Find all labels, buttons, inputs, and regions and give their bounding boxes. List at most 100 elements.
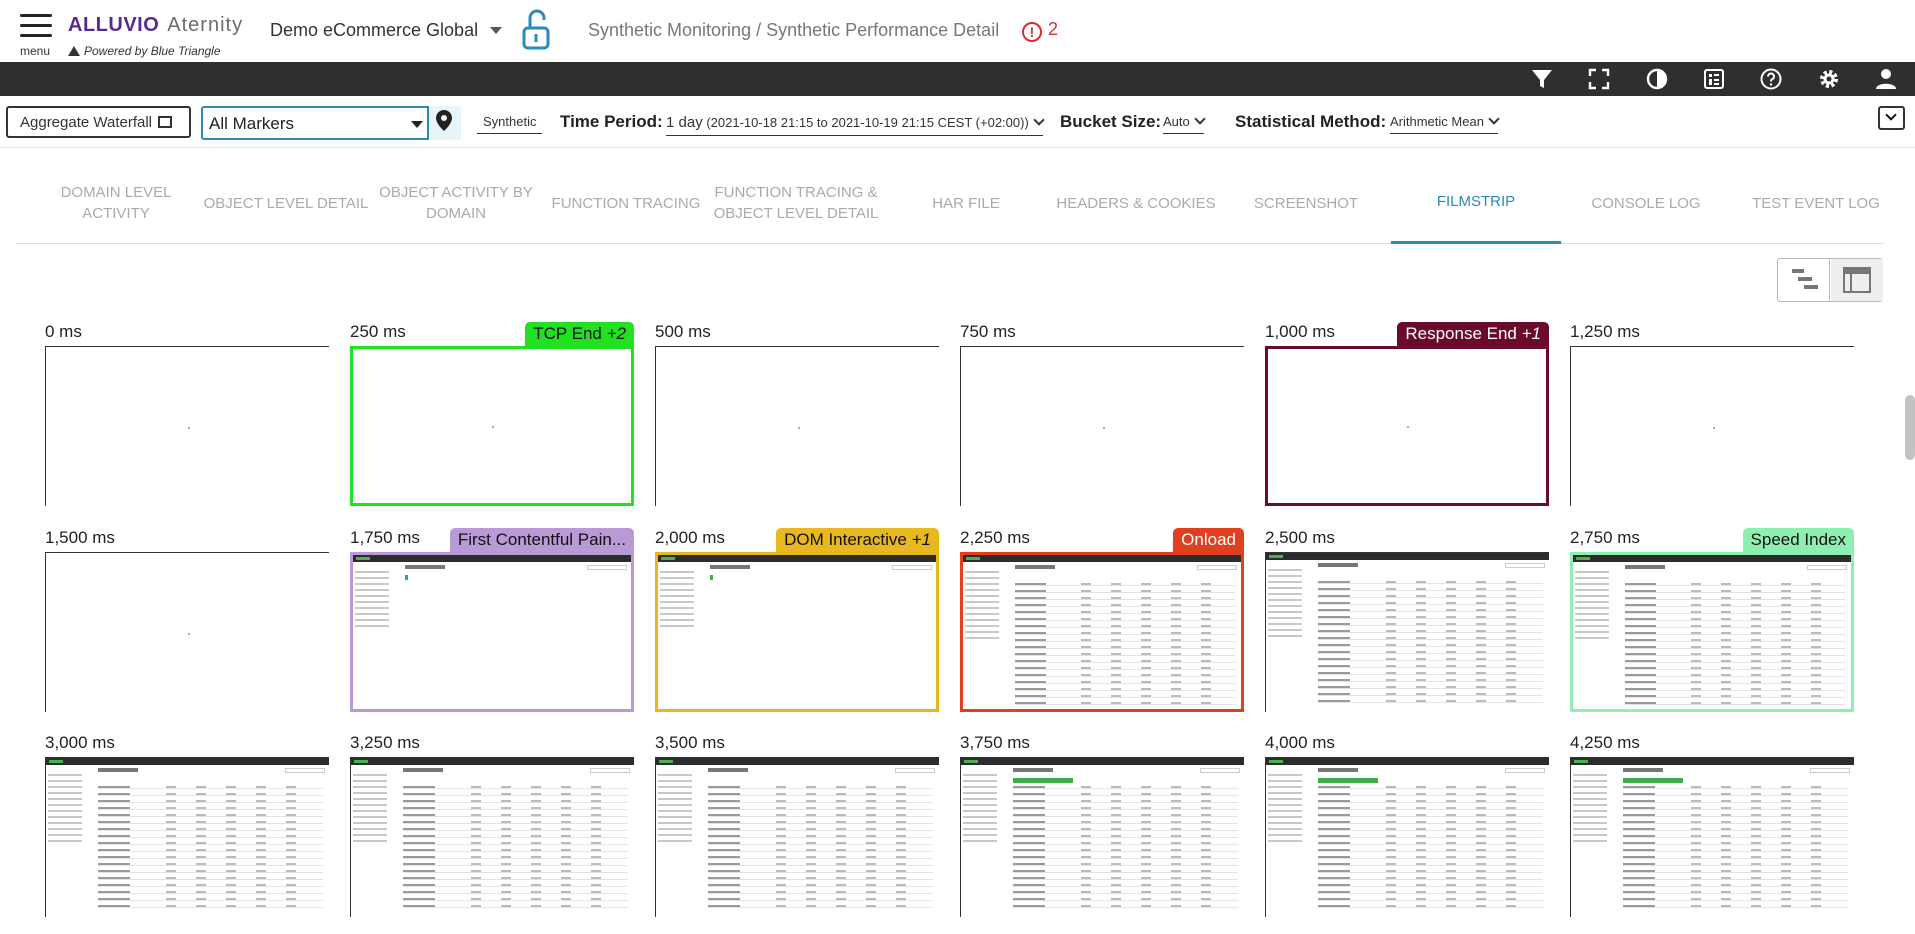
- markers-select[interactable]: All Markers: [201, 106, 461, 140]
- marker-pin-button[interactable]: [427, 106, 461, 140]
- tab-filmstrip[interactable]: Filmstrip: [1391, 162, 1561, 244]
- marker-badge-extra: +2: [606, 324, 626, 343]
- tab-domain-level-activity[interactable]: Domain Level Activity: [31, 162, 201, 244]
- statistical-method-value: Arithmetic Mean: [1390, 114, 1484, 129]
- marker-badge[interactable]: Speed Index: [1742, 528, 1854, 552]
- filmstrip-frame: 2,750 ms Speed Index: [1570, 528, 1854, 712]
- alert-count: 2: [1048, 19, 1059, 39]
- frame-screenshot[interactable]: [350, 552, 634, 712]
- chevron-down-icon: [1488, 113, 1500, 125]
- frame-time: 0 ms: [45, 322, 82, 341]
- frame-screenshot[interactable]: [1265, 346, 1549, 506]
- loading-dot: [797, 426, 800, 429]
- markers-value: All Markers: [209, 114, 295, 133]
- scrollbar-thumb[interactable]: [1905, 395, 1915, 460]
- brand-subtitle: Powered by Blue Triangle: [68, 44, 221, 58]
- frame-screenshot[interactable]: [1265, 757, 1549, 917]
- frame-screenshot[interactable]: [350, 757, 634, 917]
- tab-console-log[interactable]: Console Log: [1561, 162, 1731, 244]
- collapse-filters-button[interactable]: [1878, 106, 1905, 130]
- filter-bar: Aggregate Waterfall All Markers Syntheti…: [0, 96, 1915, 148]
- filmstrip-frame: 4,000 ms: [1265, 733, 1549, 917]
- frame-screenshot[interactable]: [655, 346, 939, 506]
- tab-headers-cookies[interactable]: Headers & Cookies: [1051, 162, 1221, 244]
- page-thumbnail: [1573, 555, 1851, 709]
- frame-screenshot[interactable]: [655, 552, 939, 712]
- help-icon[interactable]: [1759, 67, 1783, 91]
- frame-time: 1,000 ms: [1265, 322, 1335, 341]
- chevron-down-icon: [1033, 114, 1045, 126]
- filter-icon[interactable]: [1530, 67, 1554, 91]
- frame-screenshot[interactable]: [1570, 552, 1854, 712]
- frame-time: 1,500 ms: [45, 528, 115, 547]
- view-toggle: [1777, 258, 1883, 302]
- tab-object-activity-by-domain[interactable]: Object Activity by Domain: [371, 162, 541, 244]
- loading-dot: [1712, 426, 1715, 429]
- marker-badge[interactable]: TCP End +2: [525, 322, 634, 346]
- app-header: menu ALLUVIO Aternity Powered by Blue Tri…: [0, 0, 1915, 62]
- external-link-icon: [158, 116, 173, 128]
- filmstrip-frame: 1,750 ms First Contentful Pain...: [350, 528, 634, 712]
- brand-logo[interactable]: ALLUVIO Aternity: [68, 14, 243, 37]
- bucket-size-select[interactable]: Auto: [1163, 113, 1206, 134]
- page-thumbnail: [1266, 758, 1549, 917]
- filmstrip-frame: 750 ms: [960, 322, 1244, 506]
- filmstrip-frame: 1,500 ms: [45, 528, 329, 712]
- settings-icon[interactable]: [1817, 67, 1841, 91]
- filmstrip-frame: 3,250 ms: [350, 733, 634, 917]
- aggregate-waterfall-button[interactable]: Aggregate Waterfall: [6, 106, 191, 138]
- filmstrip-frame: 3,750 ms: [960, 733, 1244, 917]
- user-icon[interactable]: [1874, 67, 1898, 91]
- tab-function-tracing[interactable]: Function Tracing: [541, 162, 711, 244]
- synthetic-filter[interactable]: Synthetic: [477, 114, 543, 134]
- hamburger-menu-icon[interactable]: [20, 14, 52, 38]
- tab-har-file[interactable]: HAR File: [881, 162, 1051, 244]
- frame-screenshot[interactable]: [960, 757, 1244, 917]
- page-thumbnail: [658, 555, 936, 709]
- frame-time: 2,250 ms: [960, 528, 1030, 547]
- statistical-method-select[interactable]: Arithmetic Mean: [1390, 113, 1500, 134]
- site-selector[interactable]: Demo eCommerce Global: [270, 20, 478, 41]
- time-period-select[interactable]: 1 day (2021-10-18 21:15 to 2021-10-19 21…: [666, 114, 1045, 136]
- filmstrip-frame: 250 ms TCP End +2: [350, 322, 634, 506]
- filmstrip-frame: 4,250 ms: [1570, 733, 1854, 917]
- frame-time: 3,000 ms: [45, 733, 115, 752]
- frame-screenshot[interactable]: [1570, 757, 1854, 917]
- tab-object-level-detail[interactable]: Object Level Detail: [201, 162, 371, 244]
- tab-screenshot[interactable]: Screenshot: [1221, 162, 1391, 244]
- alert-icon: !: [1022, 22, 1042, 42]
- marker-badge-extra: +1: [911, 530, 931, 549]
- filmstrip-view-button[interactable]: [1831, 259, 1883, 301]
- frame-screenshot[interactable]: [655, 757, 939, 917]
- alert-indicator[interactable]: ! 2: [1022, 19, 1058, 42]
- site-caret-icon[interactable]: [490, 27, 502, 34]
- marker-badge[interactable]: DOM Interactive +1: [776, 528, 939, 552]
- loading-dot: [1407, 426, 1409, 428]
- frame-screenshot[interactable]: [960, 552, 1244, 712]
- frame-screenshot[interactable]: [45, 757, 329, 917]
- contrast-icon[interactable]: [1645, 67, 1669, 91]
- frame-screenshot[interactable]: [350, 346, 634, 506]
- report-icon[interactable]: [1702, 67, 1726, 91]
- page-thumbnail: [1266, 553, 1549, 712]
- filmstrip-frame: 3,000 ms: [45, 733, 329, 917]
- aggregate-waterfall-label: Aggregate Waterfall: [20, 114, 153, 131]
- page-thumbnail: [353, 555, 631, 709]
- frame-screenshot[interactable]: [1265, 552, 1549, 712]
- frame-screenshot[interactable]: [45, 552, 329, 712]
- tab-test-event-log[interactable]: Test Event Log: [1731, 162, 1901, 244]
- frame-time: 2,000 ms: [655, 528, 725, 547]
- fullscreen-icon[interactable]: [1587, 67, 1611, 91]
- frame-screenshot[interactable]: [45, 346, 329, 506]
- frame-time: 1,750 ms: [350, 528, 420, 547]
- bucket-size-label: Bucket Size:: [1060, 112, 1162, 131]
- marker-badge[interactable]: First Contentful Pain...: [449, 528, 634, 552]
- marker-badge[interactable]: Onload: [1173, 528, 1244, 552]
- frame-time: 3,250 ms: [350, 733, 420, 752]
- marker-badge[interactable]: Response End +1: [1397, 322, 1549, 346]
- frame-screenshot[interactable]: [1570, 346, 1854, 506]
- tab-function-tracing-object-level-detail[interactable]: Function Tracing & Object Level Detail: [711, 162, 881, 244]
- waterfall-view-button[interactable]: [1778, 259, 1830, 301]
- unlock-icon[interactable]: [520, 8, 552, 52]
- frame-screenshot[interactable]: [960, 346, 1244, 506]
